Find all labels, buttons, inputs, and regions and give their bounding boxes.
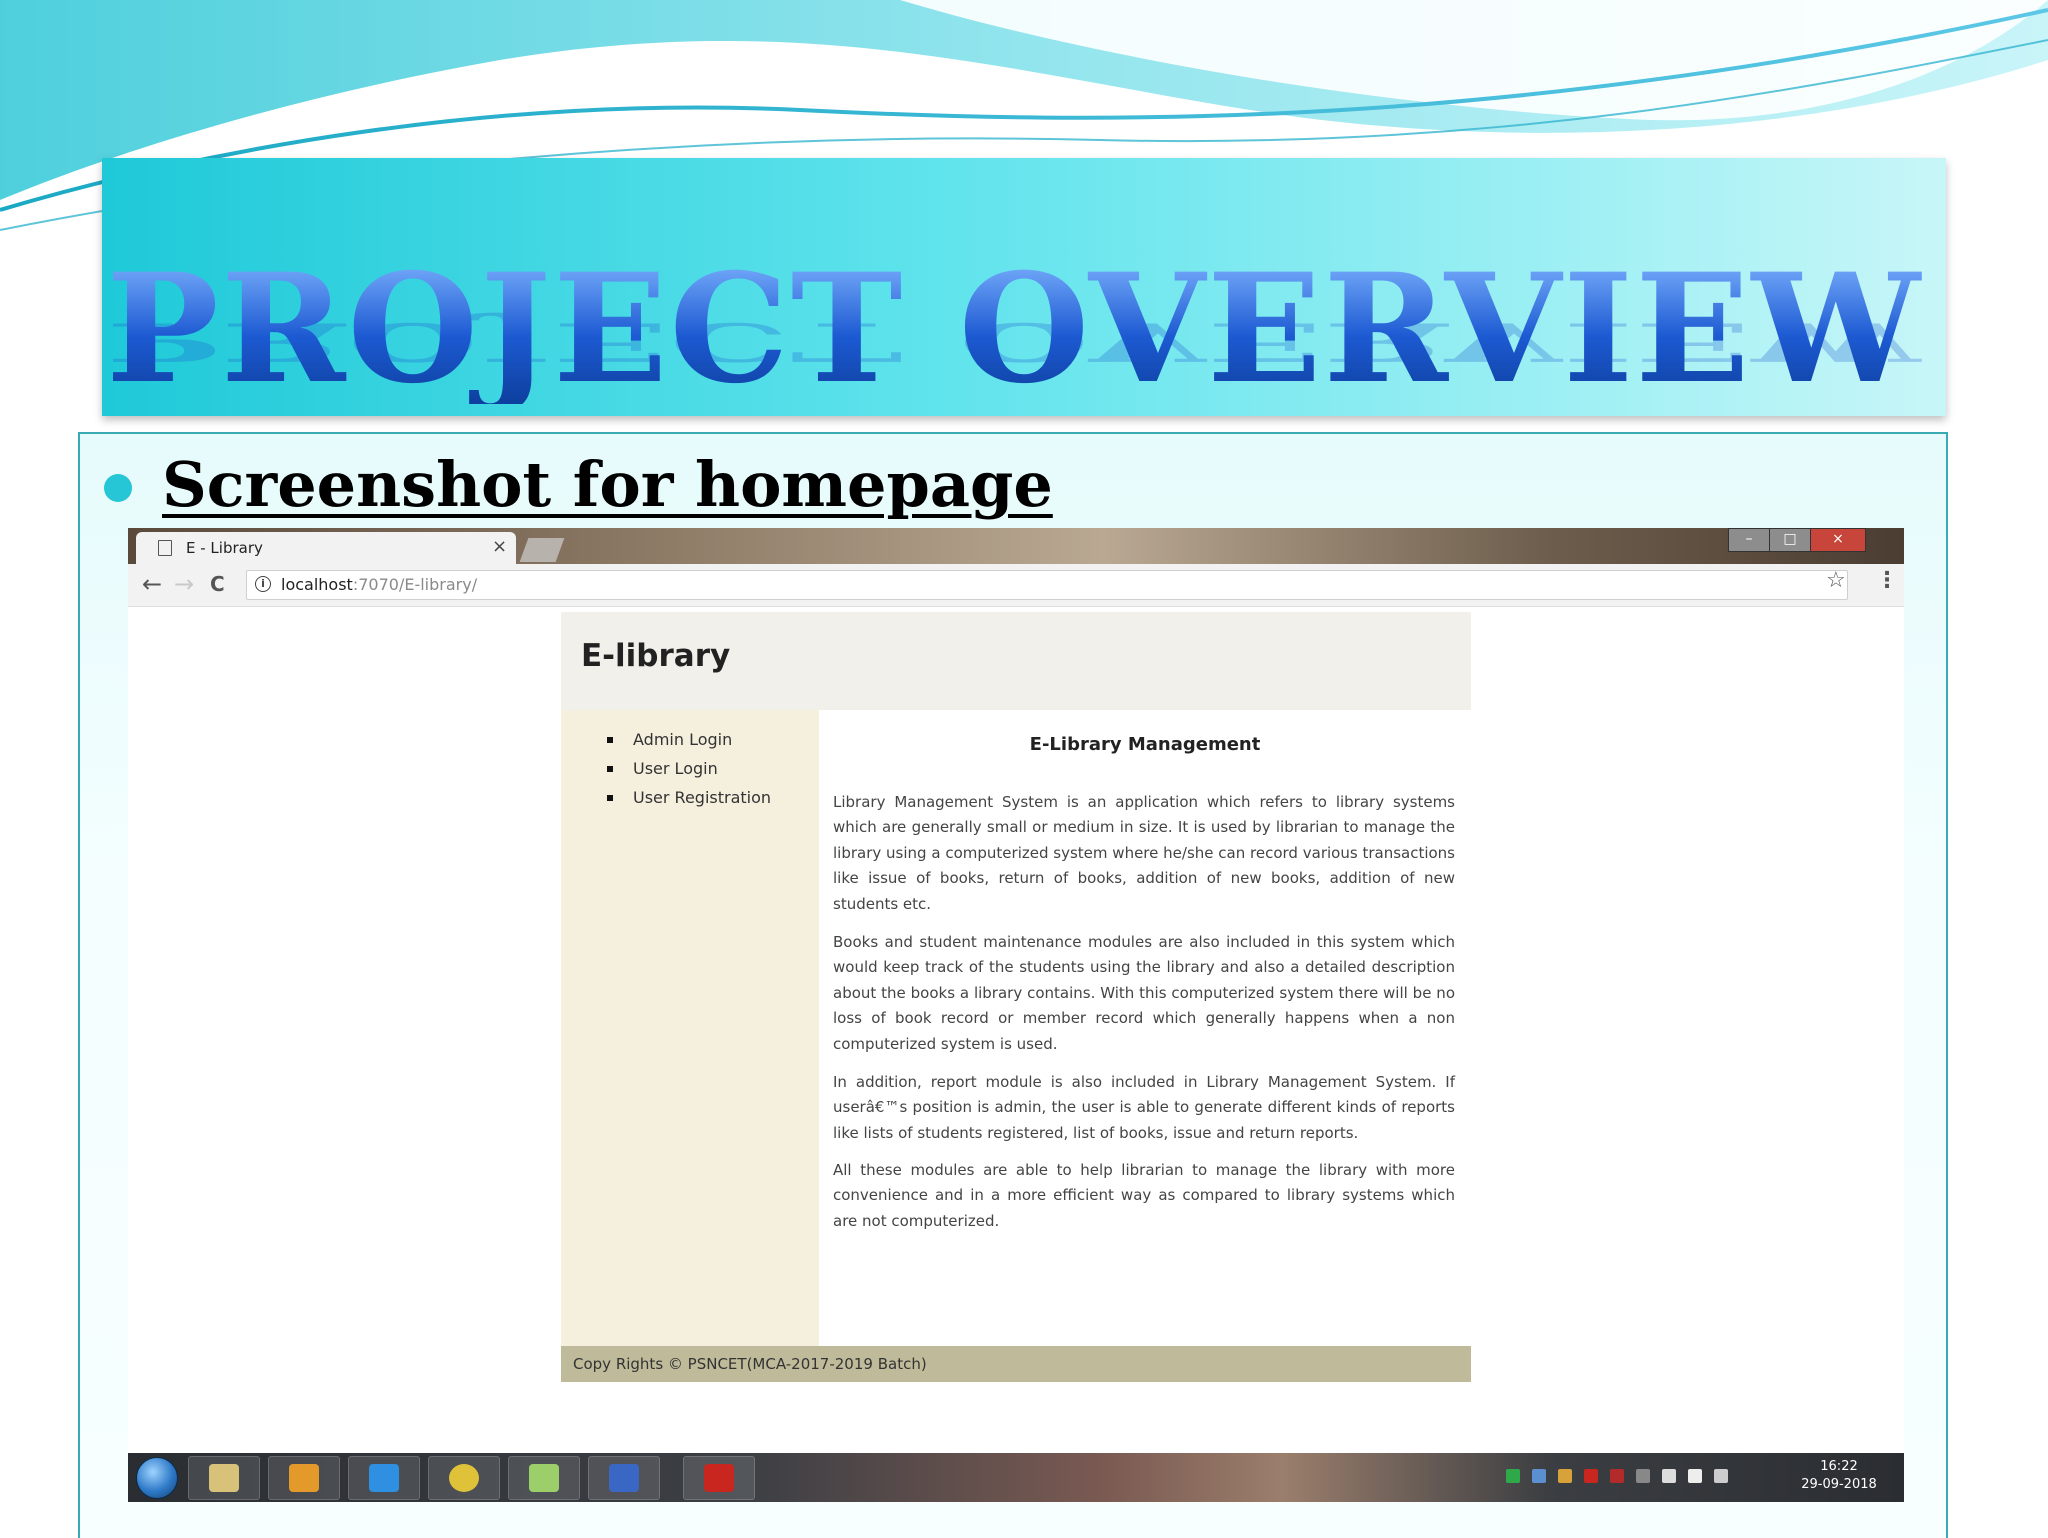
address-bar[interactable]: i localhost:7070/E-library/ xyxy=(246,570,1848,600)
browser-tab[interactable]: E - Library × xyxy=(136,532,516,564)
minimize-button[interactable]: – xyxy=(1728,528,1770,552)
tray-app-icon[interactable] xyxy=(1558,1469,1572,1483)
browser-menu-icon[interactable]: ⋮ xyxy=(1876,568,1898,593)
media-player-icon xyxy=(289,1464,319,1492)
url-text: localhost:7070/E-library/ xyxy=(281,575,477,594)
sidebar-item-user-registration[interactable]: User Registration xyxy=(607,788,771,817)
maximize-button[interactable]: □ xyxy=(1769,528,1811,552)
taskbar-pdf-reader[interactable] xyxy=(683,1456,755,1500)
explorer-icon xyxy=(209,1464,239,1492)
web-page: E-library Admin Login User Login User Re… xyxy=(561,612,1471,1382)
forward-icon[interactable]: → xyxy=(174,570,194,598)
tab-bar: E - Library × – □ × xyxy=(128,528,1904,564)
folder-icon xyxy=(529,1464,559,1492)
taskbar-clock[interactable]: 16:22 29-09-2018 xyxy=(1784,1458,1894,1494)
reload-icon[interactable]: C xyxy=(210,570,225,598)
windows-taskbar: 16:22 29-09-2018 xyxy=(128,1453,1904,1502)
slide-title: PROJECT OVERVIEW xyxy=(106,241,1923,417)
sidebar-item-user-login[interactable]: User Login xyxy=(607,759,771,788)
tray-volume-icon[interactable] xyxy=(1714,1469,1728,1483)
taskbar-internet-explorer[interactable] xyxy=(348,1456,420,1500)
browser-toolbar: ← → C i localhost:7070/E-library/ ☆ ⋮ xyxy=(128,564,1904,607)
sidebar-menu: Admin Login User Login User Registration xyxy=(607,730,771,817)
taskbar-folder[interactable] xyxy=(508,1456,580,1500)
chrome-icon xyxy=(449,1464,479,1492)
main-content: E-Library Management Library Management … xyxy=(819,710,1471,1346)
site-title: E-library xyxy=(581,638,731,674)
tray-app-icon[interactable] xyxy=(1584,1469,1598,1483)
ie-icon xyxy=(369,1464,399,1492)
tab-close-icon[interactable]: × xyxy=(492,536,507,557)
paragraph-benefits: All these modules are able to help libra… xyxy=(833,1161,1455,1230)
tray-app-icon[interactable] xyxy=(1532,1469,1546,1483)
taskbar-chrome[interactable] xyxy=(428,1456,500,1500)
tray-app-icon[interactable] xyxy=(1610,1469,1624,1483)
page-footer: Copy Rights © PSNCET(MCA-2017-2019 Batch… xyxy=(561,1346,1471,1382)
new-tab-button[interactable] xyxy=(519,538,565,562)
pdf-icon xyxy=(704,1464,734,1492)
tray-battery-icon[interactable] xyxy=(1662,1469,1676,1483)
clock-time: 16:22 xyxy=(1820,1459,1858,1474)
tray-app-icon[interactable] xyxy=(1636,1469,1650,1483)
page-icon xyxy=(158,540,172,556)
bullet-icon xyxy=(104,474,132,502)
tab-title: E - Library xyxy=(186,539,263,557)
url-host: localhost xyxy=(281,575,353,594)
info-icon[interactable]: i xyxy=(255,576,271,592)
taskbar-explorer[interactable] xyxy=(188,1456,260,1500)
start-button[interactable] xyxy=(136,1457,178,1499)
browser-window: E - Library × – □ × ← → C i localhost:70… xyxy=(128,528,1904,1502)
page-header: E-library xyxy=(561,612,1471,710)
url-path: :7070/E-library/ xyxy=(352,575,478,594)
back-icon[interactable]: ← xyxy=(142,570,162,598)
paragraph-intro: Library Management System is an applicat… xyxy=(833,793,1455,913)
close-window-button[interactable]: × xyxy=(1810,528,1866,552)
paragraph-modules: Books and student maintenance modules ar… xyxy=(833,933,1455,1053)
tray-flag-icon[interactable] xyxy=(1688,1469,1702,1483)
footer-copyright: Copy Rights © PSNCET(MCA-2017-2019 Batch… xyxy=(573,1355,927,1373)
tray-network-icon[interactable] xyxy=(1506,1469,1520,1483)
slide-heading: Screenshot for homepage xyxy=(162,448,1053,521)
taskbar-word[interactable] xyxy=(588,1456,660,1500)
paragraph-reports: In addition, report module is also inclu… xyxy=(833,1073,1455,1142)
main-title: E-Library Management xyxy=(1029,734,1261,755)
bookmark-star-icon[interactable]: ☆ xyxy=(1826,568,1846,593)
sidebar-item-admin-login[interactable]: Admin Login xyxy=(607,730,771,759)
taskbar-media-player[interactable] xyxy=(268,1456,340,1500)
sidebar: Admin Login User Login User Registration xyxy=(561,710,819,1346)
clock-date: 29-09-2018 xyxy=(1801,1477,1877,1492)
word-icon xyxy=(609,1464,639,1492)
